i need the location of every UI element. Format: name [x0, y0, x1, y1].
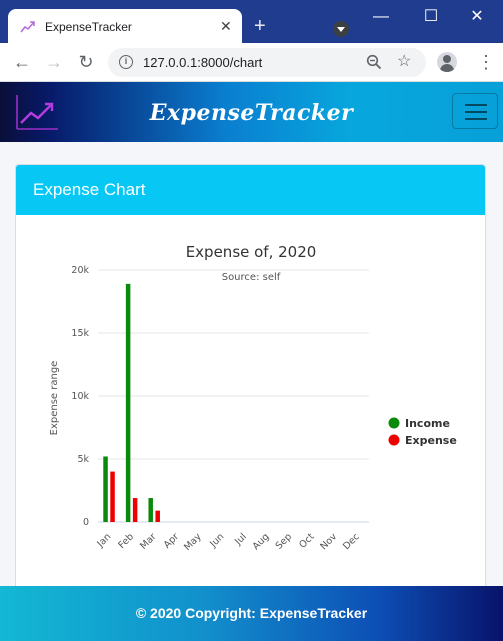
hamburger-line [465, 118, 487, 120]
y-axis-label: Expense range [49, 361, 60, 436]
maximize-button[interactable]: ☐ [416, 6, 446, 28]
footer-copyright: © 2020 Copyright: ExpenseTracker [135, 605, 368, 621]
x-tick-label: Jul [232, 531, 249, 548]
hamburger-line [465, 111, 487, 113]
x-tick-label: Oct [297, 531, 317, 551]
chart-card: Expense Chart Expense of, 2020 Source: se… [15, 164, 486, 594]
y-tick-label: 15k [71, 328, 89, 339]
tab-close-icon[interactable]: ✕ [220, 18, 232, 34]
y-tick-label: 10k [71, 391, 89, 402]
bar-income [148, 498, 153, 522]
account-icon[interactable] [437, 52, 457, 72]
bar-expense [110, 471, 115, 522]
back-arrow-icon[interactable]: ← [11, 51, 33, 73]
page-content: Expense Chart Expense of, 2020 Source: se… [0, 142, 503, 594]
x-tick-label: Dec [341, 531, 362, 552]
zoom-out-icon[interactable] [366, 54, 382, 70]
browser-menu-icon[interactable]: ⋮ [476, 52, 496, 72]
x-tick-label: Sep [274, 531, 294, 551]
hamburger-line [465, 104, 487, 106]
site-info-icon[interactable]: i [119, 55, 133, 69]
bar-income [103, 456, 108, 522]
x-tick-label: Apr [162, 531, 181, 550]
bookmark-star-icon[interactable]: ☆ [397, 52, 411, 72]
browser-tab[interactable]: ExpenseTracker ✕ [8, 9, 242, 43]
url-text[interactable]: 127.0.0.1:8000/chart [143, 55, 262, 70]
x-tick-label: Mar [138, 531, 159, 552]
x-tick-label: Jan [95, 531, 114, 550]
new-tab-button[interactable]: + [254, 16, 266, 36]
browser-titlebar: ExpenseTracker ✕ + — ☐ ✕ [0, 0, 503, 43]
reload-icon[interactable]: ↻ [75, 51, 97, 73]
bar-expense [155, 510, 160, 522]
bar-income [125, 283, 131, 522]
tab-search-dropdown-icon[interactable] [333, 21, 349, 37]
x-tick-label: Jun [207, 531, 226, 550]
legend-label: Income [405, 417, 450, 430]
chart-title: Expense of, 2020 [186, 243, 317, 261]
chart-subtitle: Source: self [222, 272, 281, 283]
y-tick-label: 20k [71, 265, 89, 276]
forward-arrow-icon[interactable]: → [43, 51, 65, 73]
chart-trend-icon [20, 21, 35, 33]
page-footer: © 2020 Copyright: ExpenseTracker [0, 586, 503, 641]
y-tick-label: 0 [83, 517, 89, 528]
card-title: Expense Chart [33, 180, 146, 199]
navbar-toggler-button[interactable] [452, 93, 498, 129]
navbar-brand[interactable]: ExpenseTracker [0, 100, 503, 126]
close-window-button[interactable]: ✕ [462, 6, 492, 28]
x-tick-label: Nov [318, 531, 339, 552]
x-tick-label: May [182, 531, 204, 553]
tab-title: ExpenseTracker [45, 20, 132, 34]
card-header: Expense Chart [16, 165, 485, 215]
minimize-button[interactable]: — [366, 6, 396, 28]
address-bar[interactable]: i 127.0.0.1:8000/chart ☆ [108, 48, 426, 77]
legend-label: Expense [405, 434, 457, 447]
legend-marker-income [388, 417, 400, 429]
browser-toolbar: ← → ↻ i 127.0.0.1:8000/chart ☆ ⋮ [0, 43, 503, 82]
app-navbar: ExpenseTracker [0, 82, 503, 142]
bar-expense [132, 498, 138, 522]
x-tick-label: Aug [251, 531, 272, 552]
expense-chart: Expense of, 2020 Source: self 0 5k 10k 15k 20k… [49, 243, 458, 593]
legend-marker-expense [388, 434, 400, 446]
x-tick-label: Feb [116, 531, 136, 551]
y-tick-label: 5k [77, 454, 89, 465]
